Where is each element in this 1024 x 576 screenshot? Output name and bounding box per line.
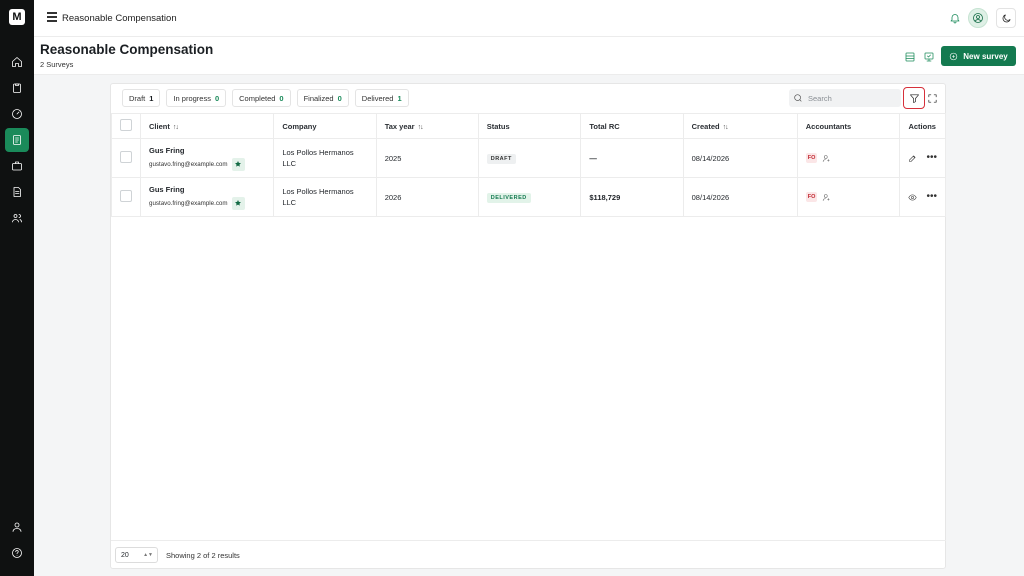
company-cell: Los Pollos Hermanos LLC (273, 177, 377, 217)
sort-icon[interactable]: ↑↓ (418, 124, 424, 131)
add-accountant-icon[interactable] (822, 193, 831, 202)
view-icon[interactable] (908, 193, 917, 202)
client-name[interactable]: Gus Fring (149, 146, 265, 155)
page-size-select[interactable]: 20 ▲▼ (115, 547, 158, 563)
more-icon[interactable]: ••• (926, 192, 937, 202)
search-box (789, 89, 901, 107)
tab-finalized[interactable]: Finalized 0 (296, 89, 349, 107)
home-icon[interactable] (5, 50, 29, 74)
bell-icon[interactable] (946, 9, 964, 27)
presentation-icon[interactable] (923, 50, 935, 62)
star-icon[interactable] (231, 157, 245, 171)
col-accountants: Accountants (796, 113, 901, 139)
profile-icon[interactable] (5, 515, 29, 539)
sort-icon[interactable]: ↑↓ (173, 124, 179, 131)
row-select-cell (111, 177, 141, 217)
results-summary: Showing 2 of 2 results (166, 551, 240, 560)
fullscreen-icon[interactable] (927, 91, 939, 103)
col-company: Company (273, 113, 377, 139)
tab-draft[interactable]: Draft 1 (122, 89, 161, 107)
user-avatar[interactable] (968, 8, 988, 28)
plus-circle-icon (950, 52, 958, 60)
actions-cell: ••• (899, 138, 946, 178)
status-badge: DELIVERED (486, 192, 531, 203)
tax-year-cell: 2025 (375, 138, 479, 178)
tab-delivered[interactable]: Delivered 1 (354, 89, 409, 107)
filter-button[interactable] (903, 87, 925, 109)
client-email-row: gustavo.fring@example.com (149, 157, 265, 171)
tab-completed[interactable]: Completed 0 (232, 89, 291, 107)
menu-icon[interactable] (47, 12, 57, 22)
col-total-rc: Total RC (580, 113, 684, 139)
gauge-icon[interactable] (5, 102, 29, 126)
col-created[interactable]: Created ↑↓ (682, 113, 798, 139)
filter-icon (909, 93, 919, 103)
total-rc-cell: $118,729 (580, 177, 684, 217)
search-input[interactable] (808, 93, 888, 103)
client-name[interactable]: Gus Fring (149, 185, 265, 194)
edit-icon[interactable] (908, 154, 917, 163)
tab-in-progress[interactable]: In progress 0 (166, 89, 227, 107)
table-footer: 20 ▲▼ Showing 2 of 2 results (111, 540, 946, 569)
client-email-row: gustavo.fring@example.com (149, 196, 265, 210)
accountant-badge[interactable]: FO (805, 153, 818, 163)
col-client[interactable]: Client ↑↓ (139, 113, 275, 139)
actions-cell: ••• (899, 177, 946, 217)
document-icon[interactable] (5, 180, 29, 204)
page-header: Reasonable Compensation 2 Surveys New su… (34, 37, 1024, 75)
created-cell: 08/14/2026 (682, 138, 798, 178)
row-checkbox[interactable] (120, 190, 132, 202)
col-status: Status (477, 113, 582, 139)
star-icon[interactable] (231, 196, 245, 210)
users-icon[interactable] (5, 206, 29, 230)
survey-count: 2 Surveys (40, 60, 74, 69)
dark-mode-toggle[interactable] (996, 8, 1016, 28)
col-tax-year[interactable]: Tax year ↑↓ (375, 113, 479, 139)
client-cell: Gus Fring gustavo.fring@example.com (139, 177, 275, 217)
add-accountant-icon[interactable] (822, 154, 831, 163)
accountants-cell: FO (796, 138, 901, 178)
total-rc-cell: — (580, 138, 684, 178)
briefcase-icon[interactable] (5, 154, 29, 178)
left-rail: M (0, 0, 34, 576)
row-checkbox[interactable] (120, 151, 132, 163)
row-select-cell (111, 138, 141, 178)
status-badge: DRAFT (486, 153, 516, 164)
breadcrumb: Reasonable Compensation (62, 13, 177, 24)
select-all-cell (111, 113, 141, 139)
clipboard-icon[interactable] (5, 76, 29, 100)
help-icon[interactable] (5, 541, 29, 565)
chevron-updown-icon: ▲▼ (143, 552, 153, 558)
select-all-checkbox[interactable] (120, 119, 132, 131)
status-cell: DELIVERED (477, 177, 582, 217)
client-email: gustavo.fring@example.com (149, 160, 228, 168)
client-cell: Gus Fring gustavo.fring@example.com (139, 138, 275, 178)
page-title: Reasonable Compensation (40, 42, 214, 57)
survey-doc-icon[interactable] (5, 128, 29, 152)
client-email: gustavo.fring@example.com (149, 199, 228, 207)
status-cell: DRAFT (477, 138, 582, 178)
table-header-row: Client ↑↓ Company Tax year ↑↓ Status Total… (111, 113, 946, 139)
surveys-card: Draft 1 In progress 0 Completed 0 Finalized… (110, 83, 946, 569)
top-bar: Reasonable Compensation (34, 0, 1024, 37)
moon-icon (1002, 13, 1011, 22)
accountant-badge[interactable]: FO (805, 192, 818, 202)
search-icon (794, 94, 802, 102)
table-row[interactable]: Gus Fring gustavo.fring@example.com Los … (111, 177, 946, 217)
col-actions: Actions (899, 113, 946, 139)
company-cell: Los Pollos Hermanos LLC (273, 138, 377, 178)
accountants-cell: FO (796, 177, 901, 217)
status-tabs: Draft 1 In progress 0 Completed 0 Finalized… (122, 89, 409, 107)
tax-year-cell: 2026 (375, 177, 479, 217)
sort-icon[interactable]: ↑↓ (723, 124, 729, 131)
table-row[interactable]: Gus Fring gustavo.fring@example.com Los … (111, 138, 946, 178)
new-survey-button[interactable]: New survey (941, 46, 1016, 66)
app-logo[interactable]: M (9, 9, 25, 25)
surveys-table: Client ↑↓ Company Tax year ↑↓ Status Total… (111, 113, 946, 217)
table-view-icon[interactable] (904, 50, 916, 62)
created-cell: 08/14/2026 (682, 177, 798, 217)
more-icon[interactable]: ••• (926, 153, 937, 163)
